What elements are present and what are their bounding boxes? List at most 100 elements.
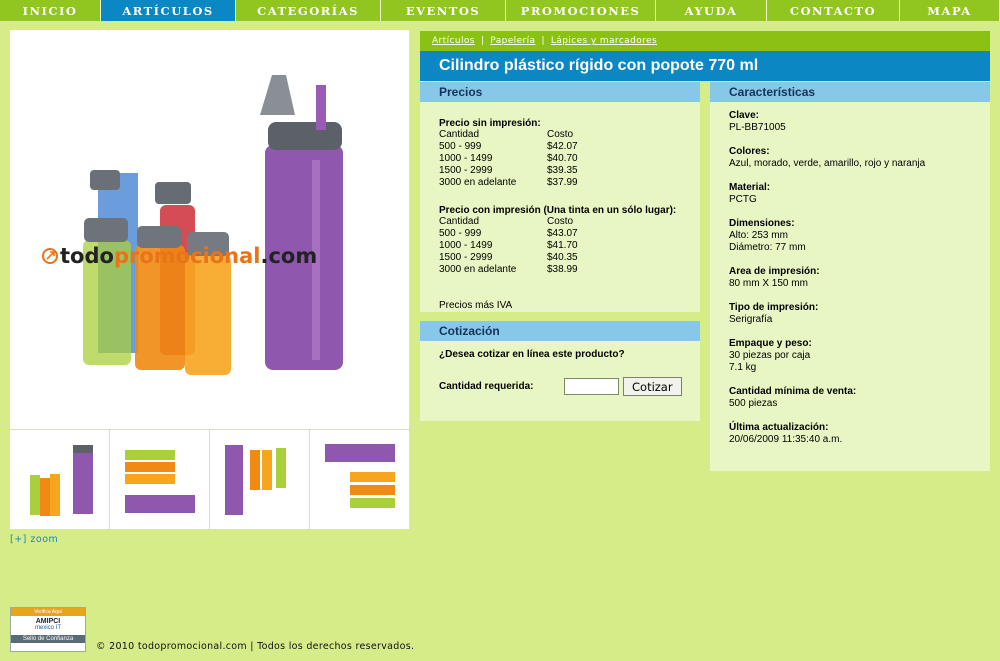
quote-button[interactable]: Cotizar — [623, 377, 682, 396]
feature-value: Alto: 253 mm — [729, 230, 788, 241]
feature-minimo: Cantidad mínima de venta: 500 piezas — [710, 386, 990, 410]
seal-sub: mexico IT — [34, 625, 61, 631]
breadcrumb-papeleria[interactable]: Papelería — [490, 36, 535, 46]
price-row: 1500 - 2999 $40.35 — [439, 252, 700, 264]
quantity-input[interactable] — [564, 378, 619, 395]
thumbnail-strip — [10, 430, 410, 530]
breadcrumb-separator: | — [480, 36, 485, 46]
nav-articulos[interactable]: Artículos — [101, 0, 236, 21]
col-cost: Costo — [547, 129, 574, 140]
col-cost: Costo — [547, 216, 574, 227]
breadcrumb-lapices[interactable]: Lápices y marcadores — [551, 36, 657, 46]
col-quantity: Cantidad — [439, 216, 480, 227]
price-qty: 3000 en adelante — [439, 264, 517, 275]
features-heading: Características — [710, 82, 990, 102]
feature-label: Última actualización: — [729, 422, 829, 433]
nav-mapa[interactable]: Mapa — [900, 0, 1000, 21]
bottle-icon — [83, 218, 131, 365]
feature-value: 7.1 kg — [729, 362, 757, 373]
nav-contacto[interactable]: Contacto — [767, 0, 900, 21]
tax-note: Precios más IVA — [439, 300, 513, 311]
copyright-text: © 2010 todopromocional.com | Todos los d… — [96, 641, 415, 652]
thumbnail-2[interactable] — [110, 430, 210, 530]
feature-value: Diámetro: 77 mm — [729, 242, 806, 253]
nav-eventos[interactable]: Eventos — [381, 0, 506, 21]
feature-label: Tipo de impresión: — [729, 302, 819, 313]
feature-value: 20/06/2009 11:35:40 a.m. — [729, 434, 843, 445]
features-panel: Características Clave: PL-BB71005 Colore… — [710, 82, 990, 471]
price-cost: $37.99 — [547, 177, 578, 188]
price-qty: 1500 - 2999 — [439, 252, 493, 263]
breadcrumb-articulos[interactable]: Artículos — [432, 36, 475, 46]
zoom-link[interactable]: [+] zoom — [10, 534, 58, 545]
bottle-icon — [260, 75, 343, 370]
prices-panel: Precios Precio sin impresión: Cantidad C… — [420, 82, 700, 312]
price-cost: $38.99 — [547, 264, 578, 275]
top-navigation: Inicio Artículos Categorías Eventos Prom… — [0, 0, 1000, 21]
feature-label: Colores: — [729, 146, 770, 157]
price-print-label: Precio con impresión (Una tinta en un só… — [439, 205, 677, 216]
trust-seal[interactable]: Verifica Aqui AMIPCI mexico IT Sello de … — [10, 607, 86, 652]
nav-promociones[interactable]: Promociones — [506, 0, 656, 21]
feature-actualizacion: Última actualización: 20/06/2009 11:35:4… — [710, 422, 990, 446]
price-cost: $41.70 — [547, 240, 578, 251]
svg-text:todopromocional.com: todopromocional.com — [60, 244, 317, 268]
nav-inicio[interactable]: Inicio — [0, 0, 101, 21]
price-cost: $39.35 — [547, 165, 578, 176]
price-qty: 1000 - 1499 — [439, 153, 493, 164]
price-header-row: Cantidad Costo — [439, 216, 700, 228]
thumbnail-1[interactable] — [10, 430, 110, 530]
feature-value: 30 piezas por caja — [729, 350, 811, 361]
price-qty: 500 - 999 — [439, 228, 482, 239]
feature-label: Material: — [729, 182, 771, 193]
feature-value: Serigrafía — [729, 314, 773, 325]
thumbnail-3[interactable] — [210, 430, 310, 530]
price-row: 500 - 999 $43.07 — [439, 228, 700, 240]
price-cost: $40.70 — [547, 153, 578, 164]
feature-material: Material: PCTG — [710, 182, 990, 206]
feature-dimensiones: Dimensiones: Alto: 253 mm Diámetro: 77 m… — [710, 218, 990, 254]
feature-value: Azul, morado, verde, amarillo, rojo y na… — [729, 158, 926, 169]
feature-value: 80 mm X 150 mm — [729, 278, 808, 289]
feature-tipo: Tipo de impresión: Serigrafía — [710, 302, 990, 326]
price-row: 3000 en adelante $37.99 — [439, 177, 700, 189]
price-qty: 1000 - 1499 — [439, 240, 493, 251]
feature-label: Area de impresión: — [729, 266, 820, 277]
page-title: Cilindro plástico rígido con popote 770 … — [420, 51, 990, 81]
quantity-label: Cantidad requerida: — [439, 381, 534, 392]
prices-heading: Precios — [420, 82, 700, 102]
price-cost: $40.35 — [547, 252, 578, 263]
feature-area: Area de impresión: 80 mm X 150 mm — [710, 266, 990, 290]
feature-value: PCTG — [729, 194, 757, 205]
price-cost: $42.07 — [547, 141, 578, 152]
price-cost: $43.07 — [547, 228, 578, 239]
quote-heading: Cotización — [420, 321, 700, 341]
thumbnail-4[interactable] — [310, 430, 410, 530]
price-row: 1000 - 1499 $41.70 — [439, 240, 700, 252]
bottles-illustration: todopromocional.com — [42, 75, 343, 375]
price-row: 3000 en adelante $38.99 — [439, 264, 700, 276]
seal-caption: Sello de Confianza — [11, 635, 85, 643]
price-qty: 1500 - 2999 — [439, 165, 493, 176]
quote-panel: Cotización ¿Desea cotizar en línea este … — [420, 321, 700, 421]
breadcrumb-separator: | — [541, 36, 545, 46]
breadcrumb: Artículos | Papelería | Lápices y marcad… — [420, 31, 990, 51]
price-qty: 500 - 999 — [439, 141, 482, 152]
quantity-row: Cantidad requerida: Cotizar — [439, 377, 682, 396]
feature-label: Dimensiones: — [729, 218, 795, 229]
quote-question: ¿Desea cotizar en línea este producto? — [439, 349, 625, 360]
seal-brand: AMIPCI — [35, 618, 61, 625]
feature-value: 500 piezas — [729, 398, 778, 409]
feature-empaque: Empaque y peso: 30 piezas por caja 7.1 k… — [710, 338, 990, 374]
price-row: 1500 - 2999 $39.35 — [439, 165, 700, 177]
feature-label: Empaque y peso: — [729, 338, 812, 349]
feature-label: Cantidad mínima de venta: — [729, 386, 857, 397]
image-watermark: todopromocional.com — [42, 244, 317, 268]
product-main-image[interactable]: todopromocional.com — [10, 30, 409, 429]
nav-ayuda[interactable]: Ayuda — [656, 0, 767, 21]
price-row: 1000 - 1499 $40.70 — [439, 153, 700, 165]
nav-categorias[interactable]: Categorías — [236, 0, 381, 21]
price-header-row: Cantidad Costo — [439, 129, 700, 141]
price-qty: 3000 en adelante — [439, 177, 517, 188]
feature-value: PL-BB71005 — [729, 122, 786, 133]
